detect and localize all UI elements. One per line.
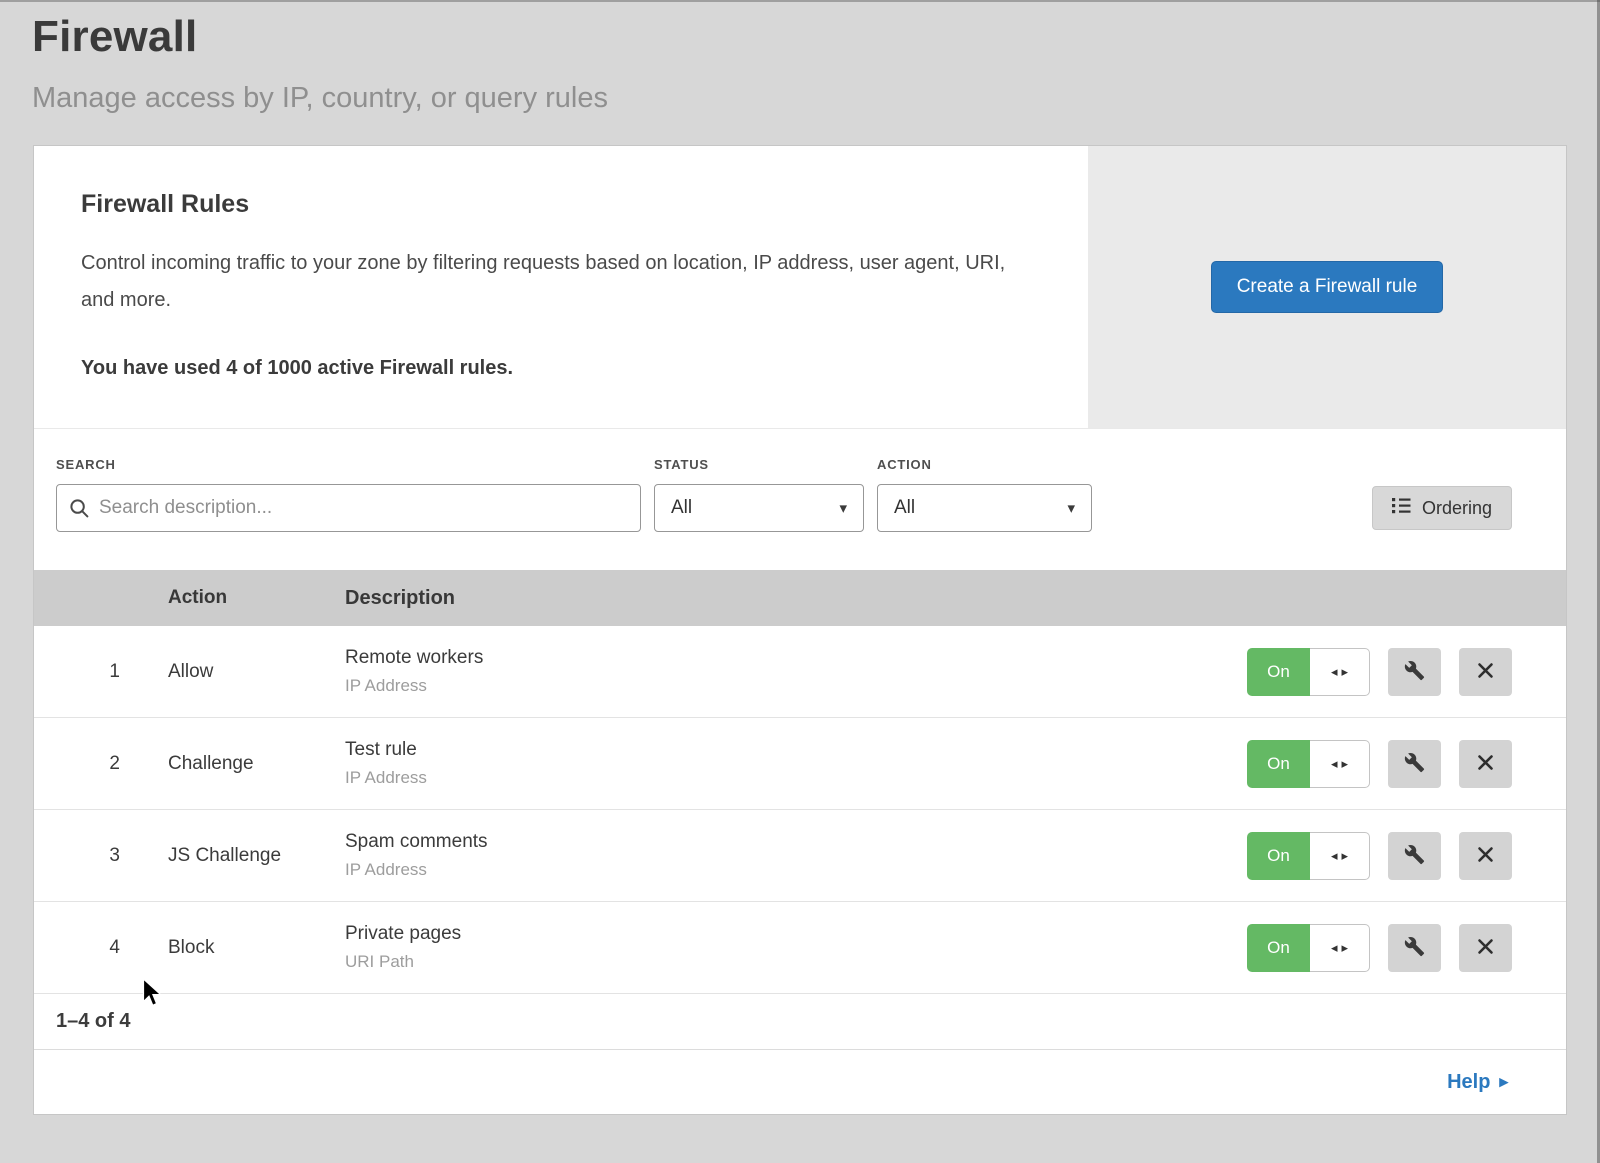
rule-enabled-toggle[interactable]: On ◂▸	[1247, 832, 1370, 880]
table-row: 4 Block Private pages URI Path On ◂▸	[34, 902, 1566, 994]
rule-controls: On ◂▸	[1247, 832, 1512, 880]
close-icon	[1477, 754, 1494, 774]
pagination-status: 1–4 of 4	[34, 994, 1566, 1050]
toggle-on-state[interactable]: On	[1247, 648, 1310, 696]
rule-match-type: IP Address	[345, 860, 1247, 880]
edit-rule-button[interactable]	[1388, 648, 1441, 696]
filter-bar: SEARCH STATUS All ▾ ACTION All	[34, 429, 1566, 570]
edit-rule-button[interactable]	[1388, 924, 1441, 972]
toggle-arrows-icon[interactable]: ◂▸	[1310, 924, 1370, 972]
column-description: Description	[345, 587, 1566, 610]
rule-match-type: IP Address	[345, 676, 1247, 696]
wrench-icon	[1404, 936, 1425, 960]
rule-controls: On ◂▸	[1247, 740, 1512, 788]
search-filter: SEARCH	[56, 457, 641, 532]
help-link-label: Help	[1447, 1071, 1490, 1094]
status-selected-value: All	[671, 497, 692, 519]
chevron-down-icon: ▾	[839, 499, 847, 517]
card-intro: Firewall Rules Control incoming traffic …	[34, 146, 1088, 428]
action-filter: ACTION All ▾	[877, 457, 1092, 532]
status-select[interactable]: All ▾	[654, 484, 864, 532]
rule-action: Allow	[168, 661, 345, 683]
rule-description: Private pages	[345, 923, 1247, 945]
card-footer: Help ▸	[34, 1050, 1566, 1114]
rule-priority: 2	[34, 753, 168, 775]
edit-rule-button[interactable]	[1388, 832, 1441, 880]
action-label: ACTION	[877, 457, 1092, 472]
toggle-on-state[interactable]: On	[1247, 740, 1310, 788]
table-row: 1 Allow Remote workers IP Address On ◂▸	[34, 626, 1566, 718]
status-filter: STATUS All ▾	[654, 457, 864, 532]
page-subtitle: Manage access by IP, country, or query r…	[32, 82, 1600, 115]
column-action: Action	[168, 587, 345, 609]
rule-match-type: URI Path	[345, 952, 1247, 972]
rule-description: Test rule	[345, 739, 1247, 761]
rule-enabled-toggle[interactable]: On ◂▸	[1247, 740, 1370, 788]
action-select[interactable]: All ▾	[877, 484, 1092, 532]
toggle-on-state[interactable]: On	[1247, 832, 1310, 880]
action-selected-value: All	[894, 497, 915, 519]
rule-action: Block	[168, 937, 345, 959]
card-top-section: Firewall Rules Control incoming traffic …	[34, 146, 1566, 429]
search-label: SEARCH	[56, 457, 641, 472]
card-heading: Firewall Rules	[81, 190, 1048, 219]
search-icon	[69, 498, 89, 523]
close-icon	[1477, 662, 1494, 682]
status-label: STATUS	[654, 457, 864, 472]
chevron-down-icon: ▾	[1067, 499, 1075, 517]
rule-action: Challenge	[168, 753, 345, 775]
ordering-button[interactable]: Ordering	[1372, 486, 1512, 530]
toggle-on-state[interactable]: On	[1247, 924, 1310, 972]
delete-rule-button[interactable]	[1459, 740, 1512, 788]
rule-enabled-toggle[interactable]: On ◂▸	[1247, 648, 1370, 696]
chevron-right-icon: ▸	[1499, 1072, 1508, 1092]
table-row: 3 JS Challenge Spam comments IP Address …	[34, 810, 1566, 902]
rule-priority: 1	[34, 661, 168, 683]
page-title: Firewall	[32, 12, 1600, 62]
rule-priority: 3	[34, 845, 168, 867]
search-input[interactable]	[56, 484, 641, 532]
create-firewall-rule-button[interactable]: Create a Firewall rule	[1211, 261, 1444, 313]
ordering-button-label: Ordering	[1422, 498, 1492, 519]
card-description: Control incoming traffic to your zone by…	[81, 245, 1031, 319]
card-action-panel: Create a Firewall rule	[1088, 146, 1566, 428]
toggle-arrows-icon[interactable]: ◂▸	[1310, 832, 1370, 880]
delete-rule-button[interactable]	[1459, 648, 1512, 696]
wrench-icon	[1404, 752, 1425, 776]
table-row: 2 Challenge Test rule IP Address On ◂▸	[34, 718, 1566, 810]
delete-rule-button[interactable]	[1459, 832, 1512, 880]
delete-rule-button[interactable]	[1459, 924, 1512, 972]
edit-rule-button[interactable]	[1388, 740, 1441, 788]
rule-description: Spam comments	[345, 831, 1247, 853]
rule-description: Remote workers	[345, 647, 1247, 669]
page-header: Firewall Manage access by IP, country, o…	[0, 0, 1600, 115]
rule-controls: On ◂▸	[1247, 924, 1512, 972]
toggle-arrows-icon[interactable]: ◂▸	[1310, 648, 1370, 696]
firewall-rules-card: Firewall Rules Control incoming traffic …	[33, 145, 1567, 1115]
rule-match-type: IP Address	[345, 768, 1247, 788]
toggle-arrows-icon[interactable]: ◂▸	[1310, 740, 1370, 788]
rule-controls: On ◂▸	[1247, 648, 1512, 696]
close-icon	[1477, 938, 1494, 958]
rule-priority: 4	[34, 937, 168, 959]
table-header: Action Description	[34, 570, 1566, 626]
ordered-list-icon	[1392, 497, 1411, 519]
close-icon	[1477, 846, 1494, 866]
usage-summary: You have used 4 of 1000 active Firewall …	[81, 357, 1048, 380]
rule-action: JS Challenge	[168, 845, 345, 867]
help-link[interactable]: Help ▸	[1447, 1071, 1508, 1094]
wrench-icon	[1404, 844, 1425, 868]
wrench-icon	[1404, 660, 1425, 684]
rule-enabled-toggle[interactable]: On ◂▸	[1247, 924, 1370, 972]
